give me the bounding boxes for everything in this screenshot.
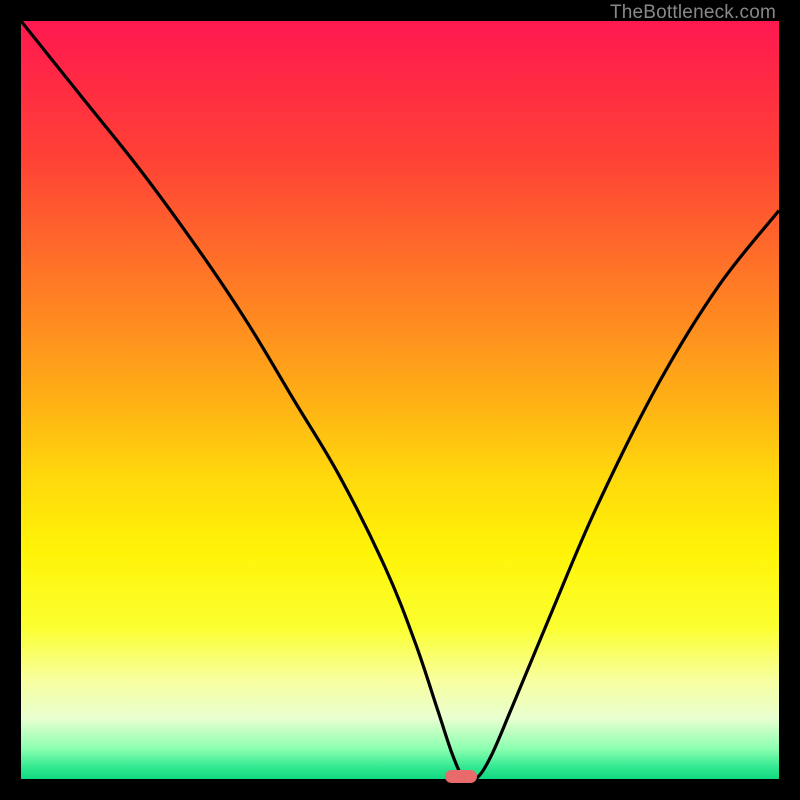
chart-frame: TheBottleneck.com [0,0,800,800]
optimal-marker [445,770,477,783]
plot-area [21,21,779,779]
